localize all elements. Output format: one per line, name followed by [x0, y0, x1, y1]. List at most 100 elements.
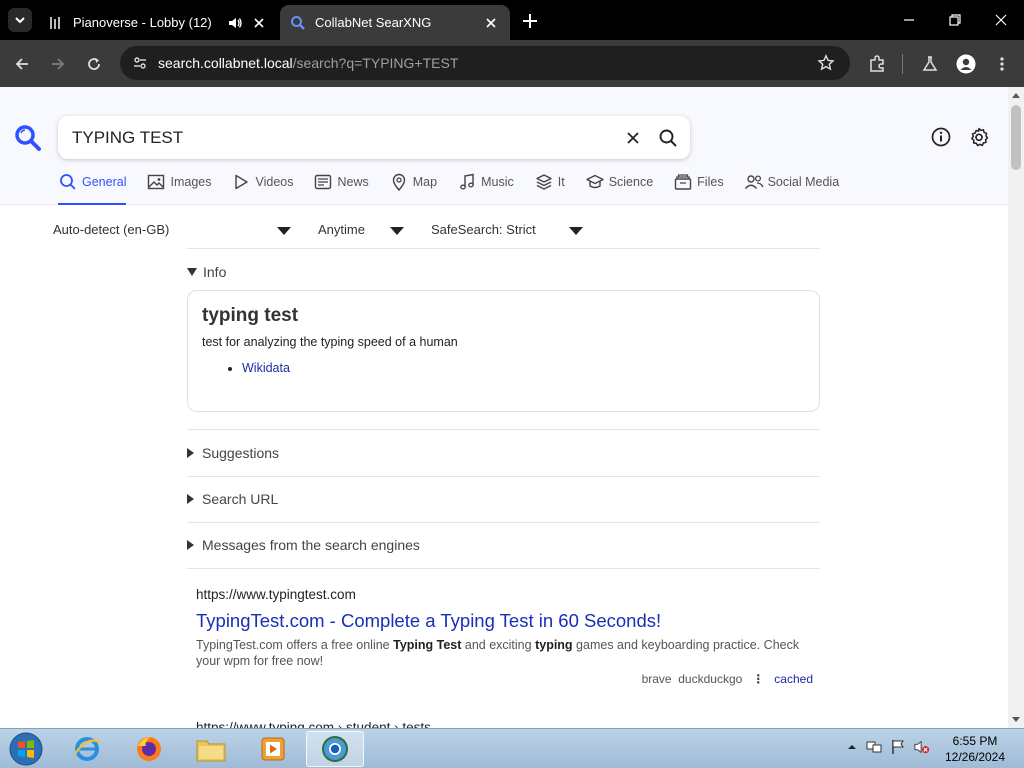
result-url[interactable]: https://www.typingtest.com — [196, 587, 816, 602]
collapsed-triangle-icon — [187, 494, 194, 504]
result-title-link[interactable]: TypingTest.com - Complete a Typing Test … — [196, 610, 816, 632]
tab-news[interactable]: News — [313, 174, 369, 205]
files-icon — [673, 172, 693, 192]
tab-pianoverse[interactable]: Pianoverse - Lobby (12) — [38, 5, 278, 40]
extensions-button[interactable] — [865, 52, 889, 76]
tab-label: Files — [697, 175, 724, 189]
cached-link[interactable]: cached — [774, 672, 813, 686]
scrollbar-thumb[interactable] — [1011, 105, 1021, 170]
divider — [187, 429, 820, 430]
tab-search-button[interactable] — [8, 8, 32, 32]
clock-time: 6:55 PM — [952, 734, 998, 748]
search-url-label: Search URL — [202, 491, 279, 507]
result-url[interactable]: https://www.typing.com › student › tests — [196, 720, 816, 728]
divider — [187, 522, 820, 523]
result-snippet: TypingTest.com offers a free online Typi… — [196, 637, 816, 669]
new-tab-button[interactable] — [519, 10, 541, 32]
windows-taskbar: 6:55 PM 12/26/2024 — [0, 728, 1024, 768]
reload-button[interactable] — [82, 52, 106, 76]
media-player-taskbar-icon[interactable] — [244, 731, 302, 767]
page-scrollbar[interactable] — [1008, 87, 1024, 728]
system-clock[interactable]: 6:55 PM 12/26/2024 — [940, 733, 1010, 765]
chrome-taskbar-icon[interactable] — [306, 731, 364, 767]
restore-button[interactable] — [943, 8, 967, 32]
tab-general[interactable]: General — [58, 172, 127, 205]
searxng-favicon-icon — [290, 15, 306, 31]
reload-icon — [88, 58, 100, 70]
search-input[interactable] — [72, 127, 612, 148]
restore-icon — [949, 14, 961, 26]
minimize-button[interactable] — [897, 8, 921, 32]
tab-images[interactable]: Images — [146, 172, 211, 205]
language-select[interactable]: Auto-detect (en-GB) — [53, 222, 169, 237]
tab-social-media[interactable]: Social Media — [744, 175, 840, 205]
back-button[interactable] — [10, 52, 34, 76]
close-tab-icon[interactable] — [250, 14, 268, 32]
time-range-value: Anytime — [318, 222, 365, 237]
info-toggle[interactable]: Info — [187, 264, 226, 280]
file-explorer-taskbar-icon[interactable] — [182, 731, 240, 767]
tab-title: Pianoverse - Lobby (12) — [73, 15, 212, 30]
search-icon — [58, 172, 78, 192]
image-icon — [146, 172, 166, 192]
search-header: General Images Videos News Map Music — [0, 87, 1008, 205]
engine-messages-toggle[interactable]: Messages from the search engines — [187, 537, 420, 553]
arrow-right-icon — [52, 58, 65, 70]
safesearch-value: SafeSearch: Strict — [431, 222, 536, 237]
address-bar[interactable]: search.collabnet.local/search?q=TYPING+T… — [120, 46, 850, 80]
preferences-gear-icon[interactable] — [967, 125, 991, 149]
volume-muted-icon[interactable] — [914, 739, 930, 755]
snippet-text: and exciting — [461, 638, 536, 652]
time-range-select[interactable]: Anytime — [318, 222, 365, 237]
tab-searxng[interactable]: CollabNet SearXNG — [280, 5, 510, 40]
search-submit-icon[interactable] — [656, 126, 680, 150]
close-tab-icon[interactable] — [482, 14, 500, 32]
chevron-down-icon[interactable] — [569, 227, 583, 235]
searxng-logo-icon[interactable] — [14, 124, 42, 152]
clear-search-icon[interactable] — [622, 127, 644, 149]
tab-label: Social Media — [767, 175, 840, 189]
tab-videos[interactable]: Videos — [231, 172, 293, 205]
action-center-flag-icon[interactable] — [890, 739, 906, 755]
searxng-page: General Images Videos News Map Music — [0, 87, 1008, 728]
search-url-toggle[interactable]: Search URL — [187, 491, 278, 507]
suggestions-toggle[interactable]: Suggestions — [187, 445, 279, 461]
labs-button[interactable] — [918, 52, 942, 76]
tab-label: General — [82, 175, 127, 189]
wikidata-link[interactable]: Wikidata — [242, 361, 290, 375]
firefox-taskbar-icon[interactable] — [120, 731, 178, 767]
result-engines: brave duckduckgo — [641, 672, 743, 686]
scroll-down-arrow-icon[interactable] — [1012, 717, 1020, 722]
infobox-links: Wikidata — [242, 361, 805, 375]
tab-science[interactable]: Science — [585, 174, 653, 205]
tab-music[interactable]: Music — [457, 172, 514, 205]
start-button[interactable] — [4, 731, 48, 767]
tab-label: News — [337, 175, 369, 189]
tab-label: It — [557, 175, 565, 189]
engine-messages-label: Messages from the search engines — [202, 537, 420, 553]
about-info-icon[interactable] — [929, 125, 953, 149]
url-text: search.collabnet.local/search?q=TYPING+T… — [158, 55, 458, 71]
speaker-icon[interactable] — [226, 14, 244, 32]
show-hidden-icons-arrow-icon[interactable] — [844, 739, 860, 755]
tab-files[interactable]: Files — [673, 172, 724, 205]
profile-button[interactable] — [954, 52, 978, 76]
tab-it[interactable]: It — [534, 174, 565, 205]
music-note-icon — [457, 172, 477, 192]
play-icon — [231, 172, 251, 192]
site-settings-icon[interactable] — [128, 51, 152, 75]
chevron-down-icon[interactable] — [277, 227, 291, 235]
forward-button[interactable] — [46, 52, 70, 76]
bookmark-star-icon[interactable] — [814, 51, 838, 75]
collapsed-triangle-icon — [187, 448, 194, 458]
close-window-button[interactable] — [989, 8, 1013, 32]
kebab-menu-icon[interactable]: ⋮ — [752, 672, 764, 686]
chevron-down-icon[interactable] — [390, 227, 404, 235]
safesearch-select[interactable]: SafeSearch: Strict — [431, 222, 536, 237]
browser-menu-button[interactable] — [990, 52, 1014, 76]
scroll-up-arrow-icon[interactable] — [1012, 93, 1020, 98]
tab-title: CollabNet SearXNG — [315, 15, 432, 30]
tab-map[interactable]: Map — [389, 173, 437, 205]
network-icon[interactable] — [866, 739, 882, 755]
internet-explorer-taskbar-icon[interactable] — [58, 731, 116, 767]
